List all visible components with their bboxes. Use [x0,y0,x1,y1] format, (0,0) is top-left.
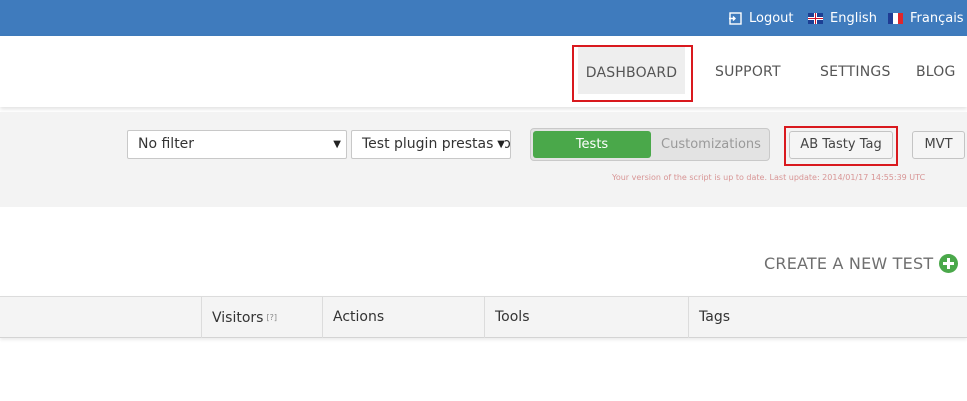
filter-select[interactable]: No filter ▼ [127,130,347,159]
mvt-button[interactable]: MVT [912,131,965,159]
tab-customizations[interactable]: Customizations [655,131,767,158]
script-status-text: Your version of the script is up to date… [612,173,926,182]
tab-tests[interactable]: Tests [533,131,651,158]
nav-blog[interactable]: BLOG [916,36,956,107]
logout-icon [729,11,742,25]
logout-label: Logout [749,10,794,26]
project-select-value: Test plugin prestashop [362,136,511,152]
plus-circle-icon [939,254,959,273]
language-francais[interactable]: Français [888,0,964,36]
chevron-down-icon: ▼ [333,139,341,150]
francais-label: Français [910,10,964,26]
logout-link[interactable]: Logout [729,0,794,36]
column-tools: Tools [484,297,688,338]
filter-select-value: No filter [138,136,195,152]
project-select[interactable]: Test plugin prestashop ▼ [351,130,511,159]
tests-customizations-toggle: Tests Customizations [530,128,770,161]
column-visitors-label: Visitors [212,310,264,326]
nav-settings[interactable]: SETTINGS [820,36,891,107]
tests-table-header: Visitors [?] Actions Tools Tags [0,296,967,338]
france-flag-icon [888,12,903,24]
visitors-help-link[interactable]: [?] [266,313,277,322]
ab-tasty-tag-highlight-box [784,126,898,166]
create-new-test-label: CREATE A NEW TEST [764,254,934,273]
column-visitors: Visitors [?] [201,297,322,338]
column-tags: Tags [688,297,967,338]
column-actions: Actions [322,297,484,338]
create-new-test-button[interactable]: CREATE A NEW TEST [764,254,959,273]
dashboard-highlight-box [572,45,693,102]
english-label: English [830,10,877,26]
nav-support[interactable]: SUPPORT [715,36,781,107]
chevron-down-icon: ▼ [494,131,505,158]
main-nav: DASHBOARD SUPPORT SETTINGS BLOG [0,36,967,107]
top-bar: Logout English Français [0,0,967,36]
language-english[interactable]: English [808,0,877,36]
uk-flag-icon [808,12,823,24]
